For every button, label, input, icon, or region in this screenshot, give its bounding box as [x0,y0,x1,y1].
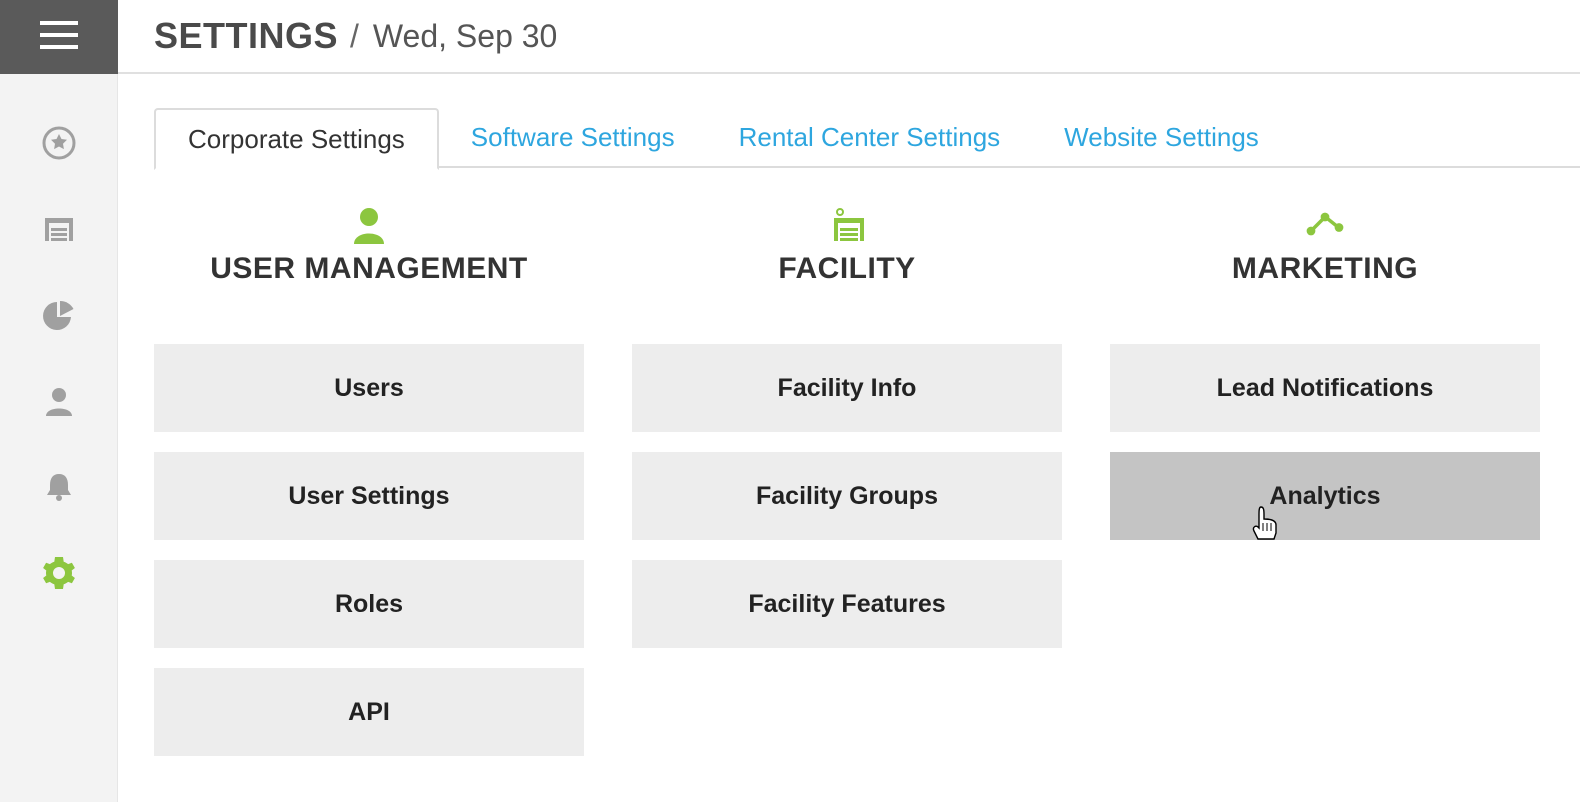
section-links: Lead Notifications Analytics [1110,344,1540,540]
sidebar-item-settings[interactable] [40,554,78,592]
menu-toggle-button[interactable] [0,0,118,74]
link-label: User Settings [288,482,449,511]
link-label: API [348,698,390,727]
sidebar-item-star[interactable] [40,124,78,162]
link-label: Facility Groups [756,482,938,511]
user-icon [42,384,76,418]
link-user-settings[interactable]: User Settings [154,452,584,540]
link-label: Users [334,374,404,403]
garage-icon [42,212,76,246]
header-date: Wed, Sep 30 [373,18,557,55]
link-label: Roles [335,590,403,619]
link-users[interactable]: Users [154,344,584,432]
tab-rental-center-settings[interactable]: Rental Center Settings [707,106,1033,168]
link-label: Facility Features [748,590,945,619]
header-separator: / [350,18,359,55]
header: SETTINGS / Wed, Sep 30 [118,0,1580,74]
tab-label: Website Settings [1064,122,1259,153]
tab-label: Software Settings [471,122,675,153]
sidebar-item-reports[interactable] [40,296,78,334]
marketing-icon [1304,202,1346,246]
link-lead-notifications[interactable]: Lead Notifications [1110,344,1540,432]
hamburger-icon [38,19,80,56]
section-links: Users User Settings Roles API [154,344,584,756]
sidebar-item-users[interactable] [40,382,78,420]
link-facility-groups[interactable]: Facility Groups [632,452,1062,540]
gear-icon [42,556,76,590]
user-management-icon [348,202,390,246]
page-title: SETTINGS [154,15,338,57]
main-content: Corporate Settings Software Settings Ren… [118,74,1580,802]
pie-chart-icon [42,298,76,332]
tab-label: Rental Center Settings [739,122,1001,153]
section-facility: FACILITY Facility Info Facility Groups F… [632,202,1062,756]
tab-website-settings[interactable]: Website Settings [1032,106,1291,168]
link-analytics[interactable]: Analytics [1110,452,1540,540]
section-title: FACILITY [778,252,915,286]
section-marketing: MARKETING Lead Notifications Analytics [1110,202,1540,756]
link-facility-features[interactable]: Facility Features [632,560,1062,648]
sidebar-item-notifications[interactable] [40,468,78,506]
tab-label: Corporate Settings [188,124,405,155]
settings-sections: USER MANAGEMENT Users User Settings Role… [154,202,1580,756]
section-title: MARKETING [1232,252,1418,286]
link-label: Facility Info [778,374,917,403]
link-facility-info[interactable]: Facility Info [632,344,1062,432]
star-circle-icon [42,126,76,160]
tab-software-settings[interactable]: Software Settings [439,106,707,168]
link-label: Analytics [1269,482,1380,511]
section-title: USER MANAGEMENT [210,252,528,286]
link-label: Lead Notifications [1217,374,1434,403]
link-roles[interactable]: Roles [154,560,584,648]
tab-corporate-settings[interactable]: Corporate Settings [154,108,439,170]
facility-icon [826,202,868,246]
section-links: Facility Info Facility Groups Facility F… [632,344,1062,648]
link-api[interactable]: API [154,668,584,756]
settings-tabs: Corporate Settings Software Settings Ren… [154,106,1580,168]
sidebar-item-facilities[interactable] [40,210,78,248]
section-user-management: USER MANAGEMENT Users User Settings Role… [154,202,584,756]
bell-icon [42,470,76,504]
sidebar-nav [0,74,117,592]
sidebar [0,0,118,802]
